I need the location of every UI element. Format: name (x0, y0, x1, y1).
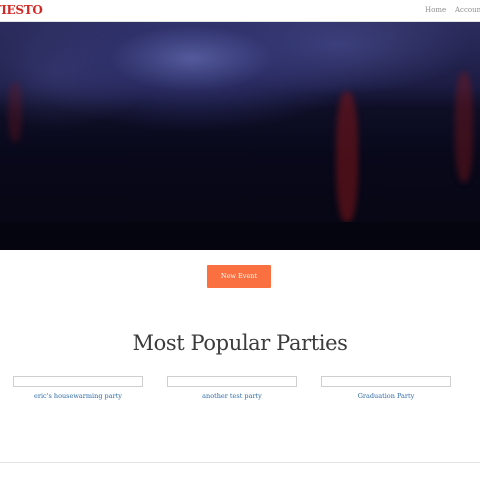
section-title-popular-parties: Most Popular Parties (0, 330, 480, 356)
hero-light-streak (336, 92, 358, 222)
new-event-button[interactable]: New Event (207, 265, 271, 288)
party-thumbnail[interactable] (167, 376, 297, 387)
party-thumbnail[interactable] (13, 376, 143, 387)
party-link[interactable]: eric's housewarming party (13, 392, 143, 400)
nav-link-account[interactable]: Account (455, 6, 480, 15)
page-footer: ts (0, 462, 480, 481)
party-card[interactable]: another test party (167, 376, 297, 400)
party-link[interactable]: another test party (167, 392, 297, 400)
party-link[interactable]: Graduation Party (321, 392, 451, 400)
top-navbar: FIESTO Home Account (0, 0, 480, 22)
party-card[interactable]: eric's housewarming party (13, 376, 143, 400)
brand-logo[interactable]: FIESTO (0, 3, 43, 17)
nav-link-home[interactable]: Home (425, 6, 446, 15)
hero-light-streak (455, 72, 473, 182)
hero-dark-band (0, 222, 480, 250)
party-thumbnail[interactable] (321, 376, 451, 387)
party-card[interactable]: Graduation Party (321, 376, 451, 400)
hero-banner-image (0, 22, 480, 250)
hero-light-streak (8, 82, 22, 142)
